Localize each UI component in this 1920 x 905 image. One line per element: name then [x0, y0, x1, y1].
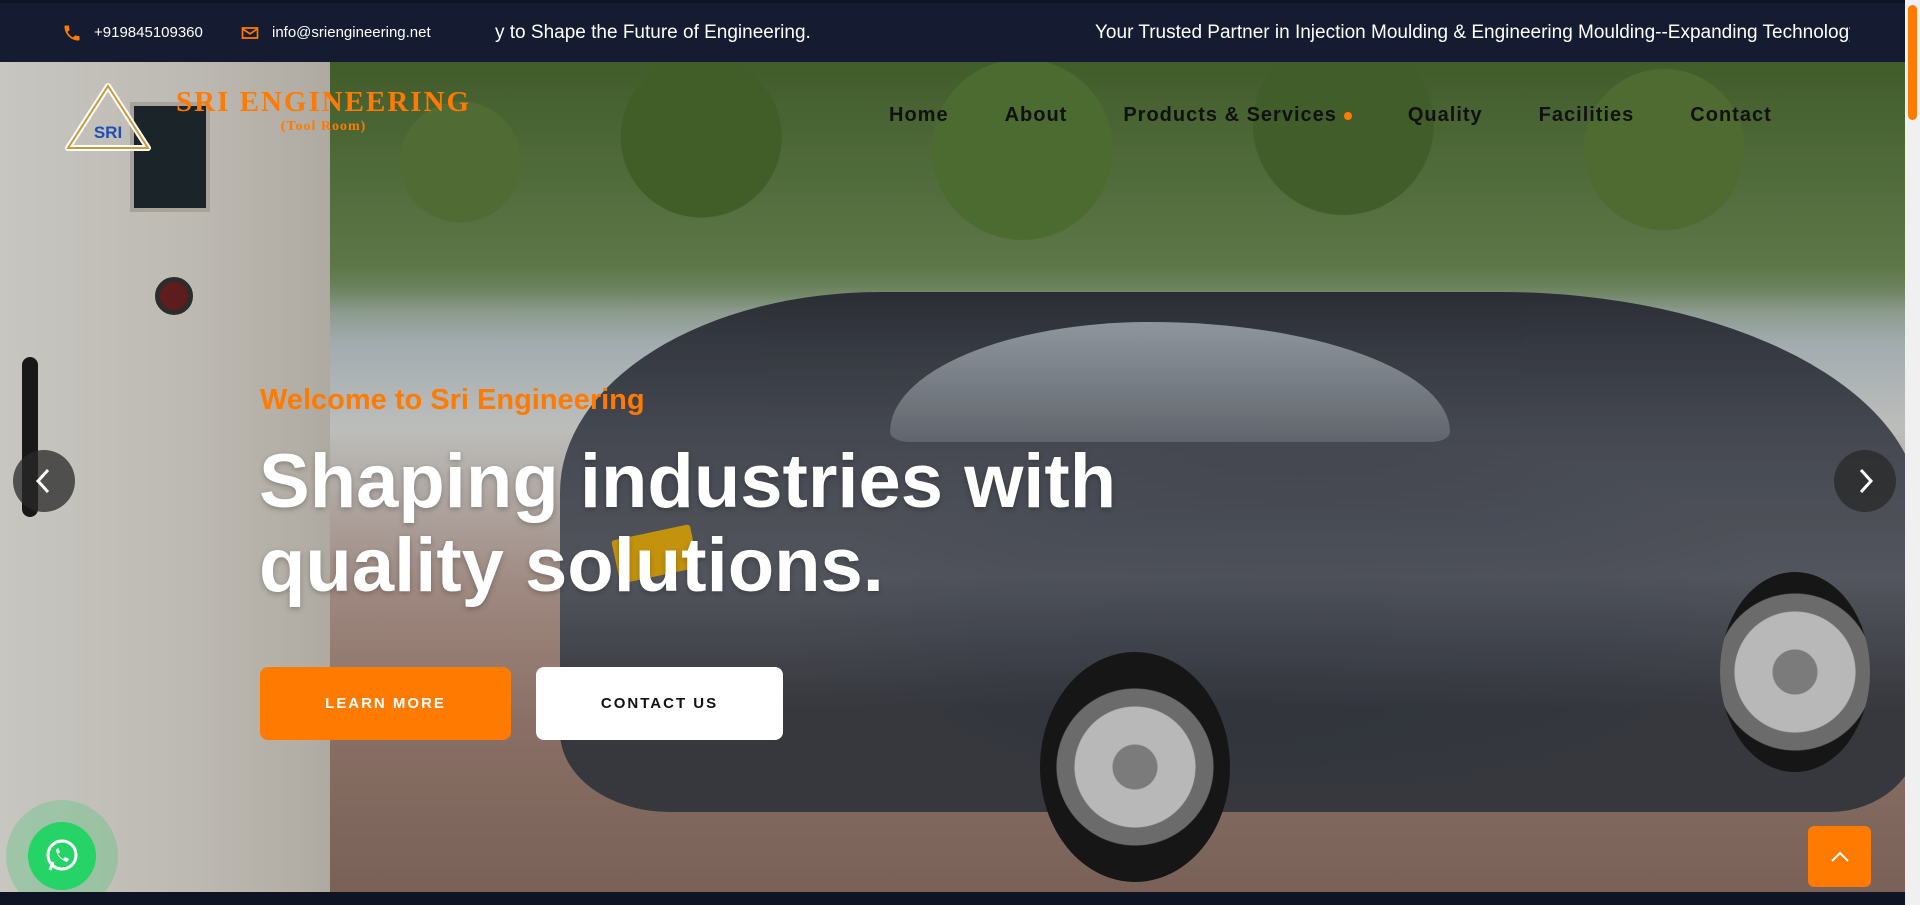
slider-prev-button[interactable] [13, 450, 75, 512]
whatsapp-button[interactable] [6, 800, 118, 905]
nav-home[interactable]: Home [889, 104, 949, 127]
nav-about[interactable]: About [1005, 104, 1068, 127]
nav-quality[interactable]: Quality [1408, 104, 1483, 127]
phone-icon [64, 25, 80, 40]
learn-more-button[interactable]: LEARN MORE [260, 667, 511, 740]
scrollbar-thumb[interactable] [1908, 5, 1917, 120]
ticker-text-2: Your Trusted Partner in Injection Mouldi… [1095, 21, 1850, 43]
main-nav: Home About Products & Services Quality F… [889, 104, 1772, 127]
scroll-to-top-button[interactable] [1808, 826, 1871, 887]
envelope-icon [241, 26, 259, 39]
nav-facilities[interactable]: Facilities [1539, 104, 1635, 127]
phone-number: +919845109360 [94, 24, 203, 41]
top-bar: +919845109360 info@sriengineering.net y … [0, 3, 1905, 62]
logo-subtitle: (Tool Room) [280, 119, 367, 134]
nav-contact[interactable]: Contact [1690, 104, 1771, 127]
nav-products-services[interactable]: Products & Services [1123, 104, 1352, 127]
chevron-up-icon [1830, 851, 1849, 862]
logo-mark-text: SRI [94, 123, 122, 142]
page-scrollbar[interactable] [1905, 0, 1920, 905]
logo-mark: SRI [65, 83, 151, 151]
hero-headline: Shaping industries with quality solution… [259, 439, 1117, 608]
email-contact[interactable]: info@sriengineering.net [240, 3, 431, 62]
hero-welcome-text: Welcome to Sri Engineering [260, 384, 645, 416]
page: +919845109360 info@sriengineering.net y … [0, 0, 1920, 905]
phone-contact[interactable]: +919845109360 [62, 3, 203, 62]
whatsapp-icon [46, 839, 78, 871]
bottom-strip [0, 892, 1905, 905]
email-address: info@sriengineering.net [272, 24, 431, 41]
logo-name: SRI ENGINEERING [176, 86, 472, 118]
ticker-text-1: y to Shape the Future of Engineering. [495, 21, 811, 43]
chevron-left-icon [35, 468, 50, 494]
chevron-right-icon [1859, 468, 1874, 494]
slider-next-button[interactable] [1834, 450, 1896, 512]
dropdown-indicator-icon [1343, 111, 1352, 120]
site-logo[interactable]: SRI SRI ENGINEERING (Tool Room) [62, 82, 471, 154]
announcement-ticker: y to Shape the Future of Engineering. Yo… [495, 3, 1850, 62]
nav-products-services-label: Products & Services [1123, 104, 1337, 126]
contact-us-button[interactable]: CONTACT US [536, 667, 783, 740]
